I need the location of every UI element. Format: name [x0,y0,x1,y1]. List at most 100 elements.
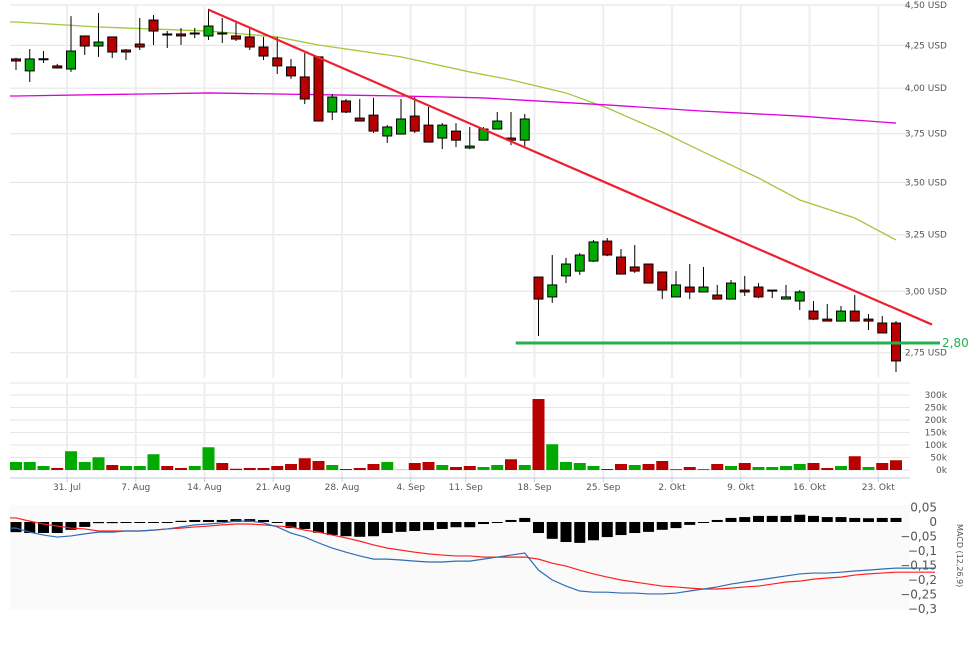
candle-down [863,318,874,322]
macd-histogram-bar [10,522,22,533]
x-tick-label: 31. Jul [53,483,81,493]
candle-down [286,66,296,77]
candle-up [574,254,585,272]
volume-bar [298,458,311,470]
volume-bar [628,465,641,470]
volume-bar [615,464,627,470]
macd-histogram-bar [588,522,599,541]
volume-bar [862,467,875,470]
volume-bar [876,463,889,470]
volume-bar [175,468,187,470]
macd-histogram-bar [753,515,764,522]
macd-tick-label: 0 [929,515,937,529]
macd-histogram-bar [491,522,503,523]
volume-bar [51,468,64,470]
macd-histogram-bar [766,515,778,522]
volume-bar [37,466,50,470]
volume-bar [573,463,586,470]
volume-bar [257,468,270,470]
candle-up [327,96,338,113]
macd-histogram-bar [120,522,132,523]
volume-bar [518,465,531,470]
macd-histogram-bar [629,522,641,534]
x-tick-label: 18. Sep [517,483,551,493]
volume-bar [835,466,847,470]
macd-histogram-bar [863,518,874,522]
macd-histogram-bar [326,522,338,536]
candle-down [629,266,640,272]
candle-up [794,291,805,302]
price-tick-label: 3,75 USD [905,130,947,140]
macd-tick-label: −0,3 [908,602,937,616]
candle-up [66,50,76,70]
candle-down [739,289,750,293]
macd-tick-label: −0,15 [900,559,937,573]
volume-bar [450,467,462,470]
macd-histogram-bar [601,522,613,538]
x-tick-label: 21. Aug [256,483,291,493]
candle-up [203,25,214,37]
candle-down [313,56,324,122]
macd-histogram-bar [189,519,201,522]
volume-bar [10,462,22,470]
macd-title: MACD (12,26,9) [955,524,964,587]
price-tick-label: 3,00 USD [905,287,947,297]
macd-histogram-bar [519,517,531,522]
macd-histogram-bar [656,522,668,530]
macd-histogram-bar [395,522,407,532]
volume-bar [106,465,119,470]
volume-bar [326,465,339,470]
candle-up [492,120,503,130]
macd-histogram-bar [821,517,833,522]
macd-tick-label: −0,25 [900,588,937,602]
price-tick-label: 4,50 USD [905,1,947,11]
volume-bar [642,464,655,470]
x-tick-label: 7. Aug [121,483,150,493]
volume-bar [147,454,160,470]
macd-histogram-bar [505,519,517,522]
volume-bar [560,462,572,470]
candle-down [79,35,90,47]
candle-down [107,36,118,53]
candle-up [162,33,173,36]
macd-histogram-bar [93,522,104,524]
volume-bar [133,466,146,470]
candle-down [423,124,434,143]
macd-histogram-bar [258,519,269,522]
volume-tick-label: 300k [925,391,948,401]
macd-tick-label: −0,2 [908,573,937,587]
candle-up [726,282,736,300]
volume-tick-label: 0k [936,466,948,476]
macd-histogram-bar [423,522,434,531]
candle-down [134,43,145,48]
candle-down [602,240,613,256]
candle-up [781,296,791,300]
volume-tick-label: 200k [925,416,948,426]
macd-histogram-bar [148,522,159,523]
macd-histogram-bar [299,522,311,529]
candle-down [368,114,379,132]
macd-histogram-bar [79,522,91,527]
candle-down [121,49,131,53]
macd-histogram-bar [615,522,627,536]
macd-histogram-bar [478,522,489,525]
candle-down [258,46,269,57]
moving-average-long-line [10,92,897,124]
candle-down [409,115,420,132]
candle-up [767,289,778,292]
volume-bar [161,466,174,470]
support-label: 2,80 [942,336,968,350]
candle-down [849,310,860,322]
volume-bar [202,447,215,470]
macd-histogram-bar [808,515,819,522]
candle-up [547,284,558,298]
candle-down [877,322,888,334]
candles [11,8,901,372]
macd-histogram-bar [725,517,737,522]
candle-down [684,286,695,293]
candle-down [643,263,654,284]
x-tick-label: 11. Sep [449,483,483,493]
macd-histogram-bar [340,522,352,537]
volume-bar [78,462,91,470]
candle-down [272,57,283,67]
